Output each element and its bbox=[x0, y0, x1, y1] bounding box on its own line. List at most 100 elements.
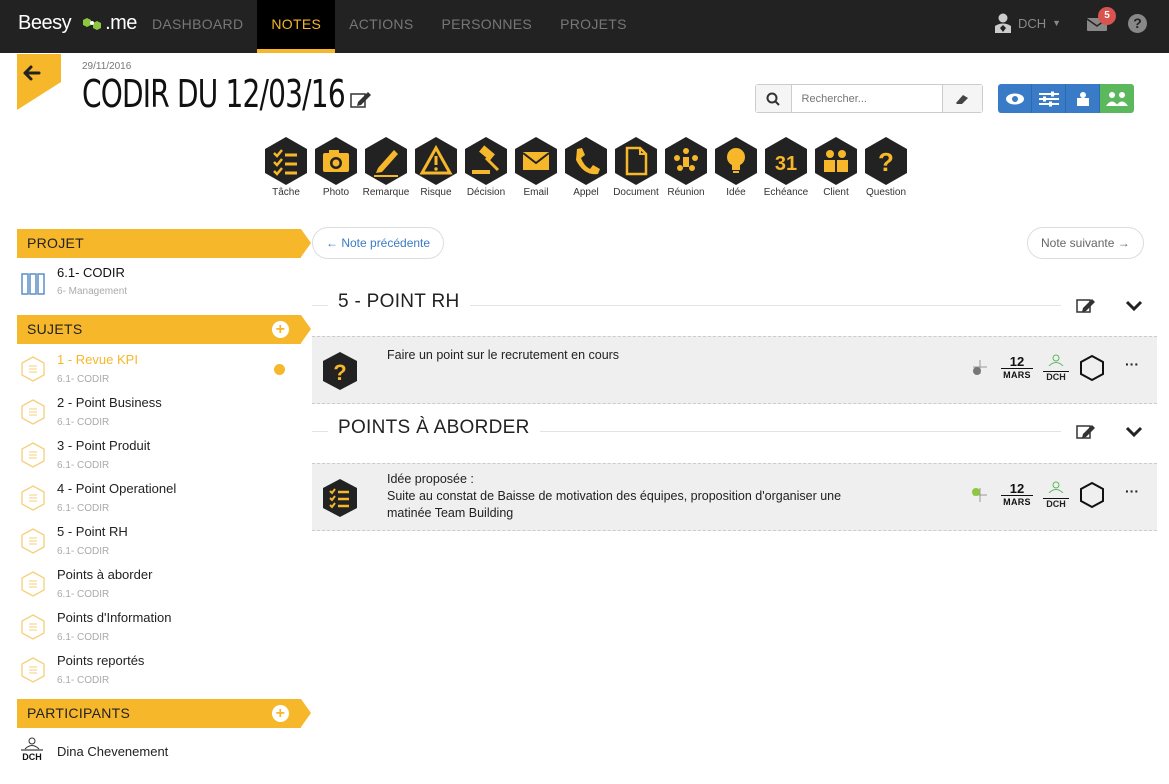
type-label: Echéance bbox=[763, 187, 809, 198]
sujet-name: 1 - Revue KPI bbox=[57, 352, 138, 367]
search-icon[interactable] bbox=[756, 85, 792, 112]
type-tache[interactable]: Tâche bbox=[261, 136, 311, 198]
nav-dashboard[interactable]: DASHBOARD bbox=[138, 0, 257, 53]
camera-icon bbox=[315, 137, 357, 185]
sujet-hex-icon bbox=[21, 442, 45, 468]
due-date[interactable]: 12 MARS bbox=[1001, 355, 1033, 381]
search-input[interactable] bbox=[791, 85, 942, 112]
more-options-icon[interactable]: ··· bbox=[1125, 356, 1139, 372]
eye-view-button[interactable] bbox=[998, 84, 1032, 113]
type-decision[interactable]: Décision bbox=[461, 136, 511, 198]
nav-personnes[interactable]: PERSONNES bbox=[427, 0, 546, 53]
help-icon[interactable]: ? bbox=[1128, 14, 1147, 33]
type-label: Question bbox=[865, 187, 907, 198]
link-status-icon[interactable] bbox=[969, 357, 991, 379]
type-email[interactable]: Email bbox=[511, 136, 561, 198]
sujet-item[interactable]: 4 - Point Operationel 6.1- CODIR bbox=[17, 475, 301, 518]
main-nav: DASHBOARD NOTES ACTIONS PERSONNES PROJET… bbox=[138, 0, 641, 53]
nav-notes[interactable]: NOTES bbox=[257, 0, 336, 53]
note-owner[interactable]: DCH bbox=[1043, 480, 1069, 510]
type-question[interactable]: ? Question bbox=[861, 136, 911, 198]
note-owner[interactable]: DCH bbox=[1043, 353, 1069, 383]
chevron-down-icon[interactable] bbox=[1125, 425, 1143, 437]
status-hexagon-icon[interactable] bbox=[1079, 481, 1105, 509]
type-reunion[interactable]: Réunion bbox=[661, 136, 711, 198]
sujet-item[interactable]: Points d'Information 6.1- CODIR bbox=[17, 604, 301, 647]
nav-actions[interactable]: ACTIONS bbox=[335, 0, 427, 53]
add-participant-button[interactable]: + bbox=[272, 705, 289, 722]
due-date[interactable]: 12 MARS bbox=[1001, 480, 1033, 508]
type-echeance[interactable]: 31 Echéance bbox=[761, 136, 811, 198]
user-icon bbox=[995, 13, 1011, 33]
sujets-header-label: SUJETS bbox=[27, 321, 83, 337]
more-options-icon[interactable]: ··· bbox=[1125, 483, 1139, 499]
note-item[interactable]: Idée proposée : Suite au constat de Bais… bbox=[312, 463, 1157, 531]
edit-icon[interactable] bbox=[1075, 297, 1096, 313]
sujet-item[interactable]: Points reportés 6.1- CODIR bbox=[17, 647, 301, 690]
page-title: CODIR DU 12/03/16 bbox=[82, 72, 346, 116]
sujet-name: 5 - Point RH bbox=[57, 524, 128, 539]
task-icon bbox=[265, 137, 307, 185]
logo-hive-icon bbox=[83, 18, 102, 30]
group-icon bbox=[1106, 91, 1128, 106]
calendar-31-icon: 31 bbox=[765, 137, 807, 185]
sujet-name: 4 - Point Operationel bbox=[57, 481, 177, 496]
type-label: Remarque bbox=[362, 187, 410, 198]
hand-box-icon bbox=[1076, 91, 1089, 106]
sujet-name: Points à aborder bbox=[57, 567, 153, 582]
participants-header: PARTICIPANTS + bbox=[17, 699, 311, 728]
status-hexagon-icon[interactable] bbox=[1079, 354, 1105, 382]
previous-note-button[interactable]: ← Note précédente bbox=[312, 227, 445, 259]
sujet-item[interactable]: Points à aborder 6.1- CODIR bbox=[17, 561, 301, 604]
sujet-item[interactable]: 5 - Point RH 6.1- CODIR bbox=[17, 518, 301, 561]
hand-view-button[interactable] bbox=[1066, 84, 1100, 113]
question-icon: ? bbox=[323, 352, 357, 390]
sujet-item[interactable]: 1 - Revue KPI 6.1- CODIR bbox=[17, 346, 301, 389]
next-note-button[interactable]: Note suivante → bbox=[1027, 227, 1144, 259]
warning-icon bbox=[415, 137, 457, 185]
note-item[interactable]: ? Faire un point sur le recrutement en c… bbox=[312, 336, 1157, 404]
sujet-item[interactable]: 3 - Point Produit 6.1- CODIR bbox=[17, 432, 301, 475]
note-text: Idée proposée : Suite au constat de Bais… bbox=[387, 471, 841, 522]
type-label: Risque bbox=[420, 187, 452, 198]
note-line: matinée Team Building bbox=[387, 506, 514, 520]
owner-person-icon bbox=[1048, 481, 1064, 494]
type-remarque[interactable]: Remarque bbox=[361, 136, 411, 198]
app-logo[interactable]: Beesy .me bbox=[18, 12, 137, 35]
user-initials: DCH bbox=[1018, 15, 1047, 31]
chevron-down-icon[interactable] bbox=[1125, 299, 1143, 311]
type-client[interactable]: Client bbox=[811, 136, 861, 198]
people-view-button[interactable] bbox=[1100, 84, 1134, 113]
sujets-header: SUJETS + bbox=[17, 315, 311, 344]
section-controls bbox=[1061, 285, 1157, 325]
participant-item[interactable]: DCH Dina Chevenement bbox=[17, 728, 301, 768]
filters-view-button[interactable] bbox=[1032, 84, 1066, 113]
edit-icon[interactable] bbox=[1075, 423, 1096, 439]
document-icon bbox=[615, 137, 657, 185]
due-day: 12 bbox=[1009, 480, 1025, 496]
project-name: 6.1- CODIR bbox=[57, 265, 125, 280]
sujet-hex-icon bbox=[21, 399, 45, 425]
sujet-sub: 6.1- CODIR bbox=[57, 546, 110, 557]
nav-projets[interactable]: PROJETS bbox=[546, 0, 641, 53]
sujet-sub: 6.1- CODIR bbox=[57, 675, 110, 686]
link-status-icon[interactable] bbox=[969, 484, 991, 506]
add-sujet-button[interactable]: + bbox=[272, 321, 289, 338]
sujet-name: Points reportés bbox=[57, 653, 145, 668]
back-button[interactable] bbox=[17, 54, 61, 110]
sujet-name: 3 - Point Produit bbox=[57, 438, 151, 453]
client-icon bbox=[815, 137, 857, 185]
caret-down-icon: ▼ bbox=[1052, 18, 1062, 28]
type-label: Idée bbox=[726, 187, 746, 198]
type-document[interactable]: Document bbox=[611, 136, 661, 198]
project-item[interactable]: 6.1- CODIR 6- Management bbox=[17, 258, 301, 315]
edit-title-icon[interactable] bbox=[350, 90, 372, 108]
type-appel[interactable]: Appel bbox=[561, 136, 611, 198]
type-photo[interactable]: Photo bbox=[311, 136, 361, 198]
eraser-icon[interactable] bbox=[941, 85, 982, 112]
user-menu[interactable]: DCH ▼ bbox=[994, 12, 1061, 34]
sujet-item[interactable]: 2 - Point Business 6.1- CODIR bbox=[17, 389, 301, 432]
type-risque[interactable]: Risque bbox=[411, 136, 461, 198]
type-idee[interactable]: Idée bbox=[711, 136, 761, 198]
sujet-hex-icon bbox=[21, 485, 45, 511]
